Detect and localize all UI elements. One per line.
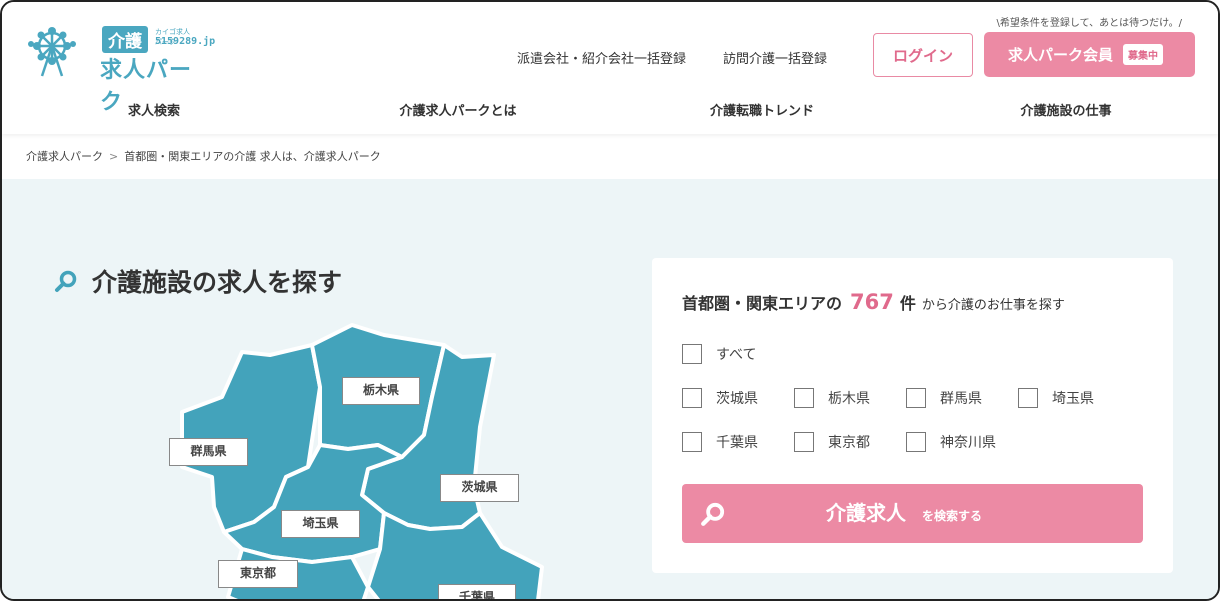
- checkbox-label: 茨城県: [716, 391, 758, 407]
- search-icon: [701, 502, 725, 526]
- panel-heading-tail: から介護のお仕事を探す: [921, 298, 1065, 313]
- global-nav: 求人検索 介護求人パークとは 介護転職トレンド 介護施設の仕事: [2, 94, 1218, 130]
- checkbox-box[interactable]: [682, 344, 702, 364]
- logo-tag: 介護: [102, 26, 148, 53]
- checkbox-label: 東京都: [828, 435, 870, 451]
- page-frame: 介護 カイゴ求人パーク 5159289.jp 求人パーク \希望条件を登録して、…: [0, 0, 1220, 601]
- checkbox-saitama[interactable]: 埼玉県: [1018, 388, 1094, 408]
- nav-facility-jobs[interactable]: 介護施設の仕事: [914, 94, 1218, 130]
- checkbox-box[interactable]: [682, 388, 702, 408]
- ferris-wheel-icon: [28, 27, 76, 77]
- checkbox-box[interactable]: [794, 432, 814, 452]
- section-title-text: 介護施設の求人を探す: [92, 268, 343, 297]
- home-care-registration-link[interactable]: 訪問介護一括登録: [723, 48, 827, 67]
- site-logo[interactable]: 介護 カイゴ求人パーク 5159289.jp 求人パーク: [24, 22, 215, 115]
- map-label-tokyo[interactable]: 東京都: [218, 560, 298, 588]
- section-title: 介護施設の求人を探す: [54, 263, 342, 299]
- checkbox-label: 埼玉県: [1052, 391, 1094, 407]
- main-section: 介護施設の求人を探す 栃木県 群馬県 茨城県 埼玉県 東京都 千葉県 首都圏・関…: [2, 179, 1218, 599]
- checkbox-label: 栃木県: [828, 391, 870, 407]
- map-label-saitama[interactable]: 埼玉県: [281, 510, 360, 538]
- checkbox-ibaraki[interactable]: 茨城県: [682, 388, 758, 408]
- chevron-right-icon: >: [109, 149, 119, 163]
- checkbox-box[interactable]: [794, 388, 814, 408]
- checkbox-box[interactable]: [682, 432, 702, 452]
- checkbox-box[interactable]: [906, 432, 926, 452]
- checkbox-kanagawa[interactable]: 神奈川県: [906, 432, 996, 452]
- checkbox-label: 神奈川県: [940, 435, 996, 451]
- checkbox-label: すべて: [716, 347, 757, 363]
- checkbox-label: 千葉県: [716, 435, 758, 451]
- map-label-tochigi[interactable]: 栃木県: [342, 377, 420, 405]
- site-header: 介護 カイゴ求人パーク 5159289.jp 求人パーク \希望条件を登録して、…: [2, 2, 1218, 134]
- search-icon: [55, 270, 77, 292]
- map-label-chiba[interactable]: 千葉県: [438, 584, 516, 599]
- checkbox-box[interactable]: [906, 388, 926, 408]
- checkbox-all[interactable]: すべて: [682, 344, 756, 364]
- dispatch-registration-link[interactable]: 派遣会社・紹介会社一括登録: [517, 48, 686, 67]
- header-note: \希望条件を登録して、あとは待つだけ。/: [996, 18, 1182, 29]
- search-panel: 首都圏・関東エリアの 767 件 から介護のお仕事を探す すべて 茨城県 栃木県…: [652, 258, 1173, 573]
- breadcrumb: 介護求人パーク > 首都圏・関東エリアの介護 求人は、介護求人パーク: [26, 148, 381, 164]
- member-signup-button[interactable]: 求人パーク会員 募集中: [984, 32, 1195, 77]
- map-label-ibaraki[interactable]: 茨城県: [440, 474, 519, 502]
- nav-job-search[interactable]: 求人検索: [2, 94, 306, 130]
- kanto-map: 栃木県 群馬県 茨城県 埼玉県 東京都 千葉県: [162, 317, 562, 599]
- checkbox-tochigi[interactable]: 栃木県: [794, 388, 870, 408]
- map-label-gunma[interactable]: 群馬県: [169, 438, 248, 466]
- recruiting-badge: 募集中: [1123, 44, 1164, 65]
- search-button[interactable]: 介護求人 を検索する: [682, 484, 1143, 543]
- nav-career-trends[interactable]: 介護転職トレンド: [610, 94, 914, 130]
- nav-about[interactable]: 介護求人パークとは: [306, 94, 610, 130]
- breadcrumb-current: 首都圏・関東エリアの介護 求人は、介護求人パーク: [124, 150, 381, 163]
- search-button-label: 介護求人: [826, 501, 906, 525]
- job-count-unit: 件: [899, 294, 916, 313]
- checkbox-box[interactable]: [1018, 388, 1038, 408]
- checkbox-gunma[interactable]: 群馬県: [906, 388, 982, 408]
- search-button-suffix: を検索する: [922, 509, 983, 523]
- job-count: 767: [850, 290, 894, 314]
- member-signup-label: 求人パーク会員: [1008, 46, 1114, 64]
- panel-area: 首都圏・関東エリアの: [682, 294, 843, 313]
- checkbox-chiba[interactable]: 千葉県: [682, 432, 758, 452]
- checkbox-label: 群馬県: [940, 391, 982, 407]
- breadcrumb-home[interactable]: 介護求人パーク: [26, 148, 103, 164]
- checkbox-tokyo[interactable]: 東京都: [794, 432, 870, 452]
- login-button[interactable]: ログイン: [873, 33, 973, 77]
- panel-heading: 首都圏・関東エリアの 767 件 から介護のお仕事を探す: [682, 290, 1065, 314]
- logo-domain: 5159289.jp: [155, 36, 216, 47]
